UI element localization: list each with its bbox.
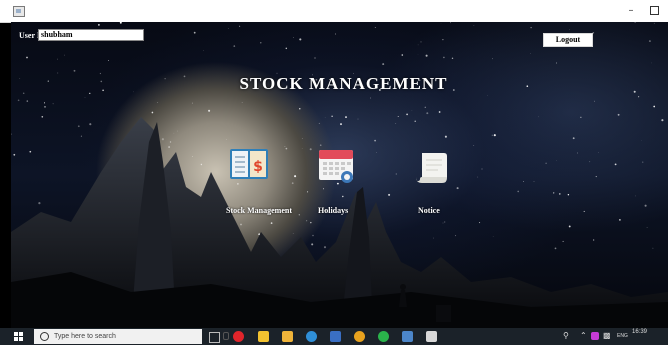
network-icon[interactable]: ▩ bbox=[603, 331, 611, 340]
opera-icon[interactable] bbox=[233, 331, 244, 342]
svg-text:$: $ bbox=[253, 159, 263, 175]
java-icon[interactable] bbox=[402, 331, 413, 342]
holidays-menu-item[interactable]: Holidays bbox=[316, 147, 362, 217]
store-icon[interactable] bbox=[426, 331, 437, 342]
edge-icon[interactable] bbox=[306, 331, 317, 342]
tray-app-icon[interactable] bbox=[591, 332, 599, 340]
notice-menu-item[interactable]: Notice bbox=[406, 147, 456, 217]
language-indicator[interactable]: ENG bbox=[617, 333, 628, 339]
search-icon bbox=[40, 332, 49, 341]
windows-start-icon[interactable] bbox=[14, 332, 23, 341]
minimize-button[interactable]: – bbox=[622, 3, 640, 18]
stock-management-menu-item[interactable]: $ Stock Management bbox=[216, 147, 308, 217]
microphone-icon[interactable] bbox=[223, 332, 229, 340]
taskbar-search-box[interactable]: Type here to search bbox=[34, 329, 229, 344]
clock-time[interactable]: 16:39 bbox=[632, 329, 647, 335]
user-id-field[interactable]: shubham bbox=[38, 29, 144, 41]
chrome-icon[interactable] bbox=[354, 331, 365, 342]
settings-icon[interactable] bbox=[330, 331, 341, 342]
stock-management-label: Stock Management bbox=[226, 206, 292, 215]
scroll-notice-icon bbox=[416, 153, 447, 183]
spotify-icon[interactable] bbox=[378, 331, 389, 342]
maximize-button[interactable] bbox=[645, 3, 663, 18]
notes-icon[interactable] bbox=[258, 331, 269, 342]
maximize-icon bbox=[649, 5, 659, 15]
notice-label: Notice bbox=[418, 206, 440, 215]
window-title-bar: – bbox=[0, 0, 668, 23]
ledger-dollar-icon: $ bbox=[230, 149, 268, 179]
page-title: STOCK MANAGEMENT bbox=[239, 74, 448, 93]
people-icon[interactable]: ⚲ bbox=[563, 331, 569, 340]
calendar-icon bbox=[319, 150, 353, 183]
logout-button[interactable]: Logout bbox=[543, 33, 593, 47]
app-window-icon bbox=[13, 6, 25, 17]
main-panel: User ID shubham Logout STOCK MANAGEMENT … bbox=[11, 22, 668, 328]
file-explorer-icon[interactable] bbox=[282, 331, 293, 342]
show-hidden-icons-chevron-icon[interactable]: ⌃ bbox=[580, 331, 587, 340]
windows-taskbar: Type here to search ⚲ ⌃ ▩ ENG 16:39 bbox=[0, 328, 668, 345]
holidays-label: Holidays bbox=[318, 206, 349, 215]
task-view-icon[interactable] bbox=[209, 332, 220, 343]
search-placeholder: Type here to search bbox=[54, 333, 116, 340]
